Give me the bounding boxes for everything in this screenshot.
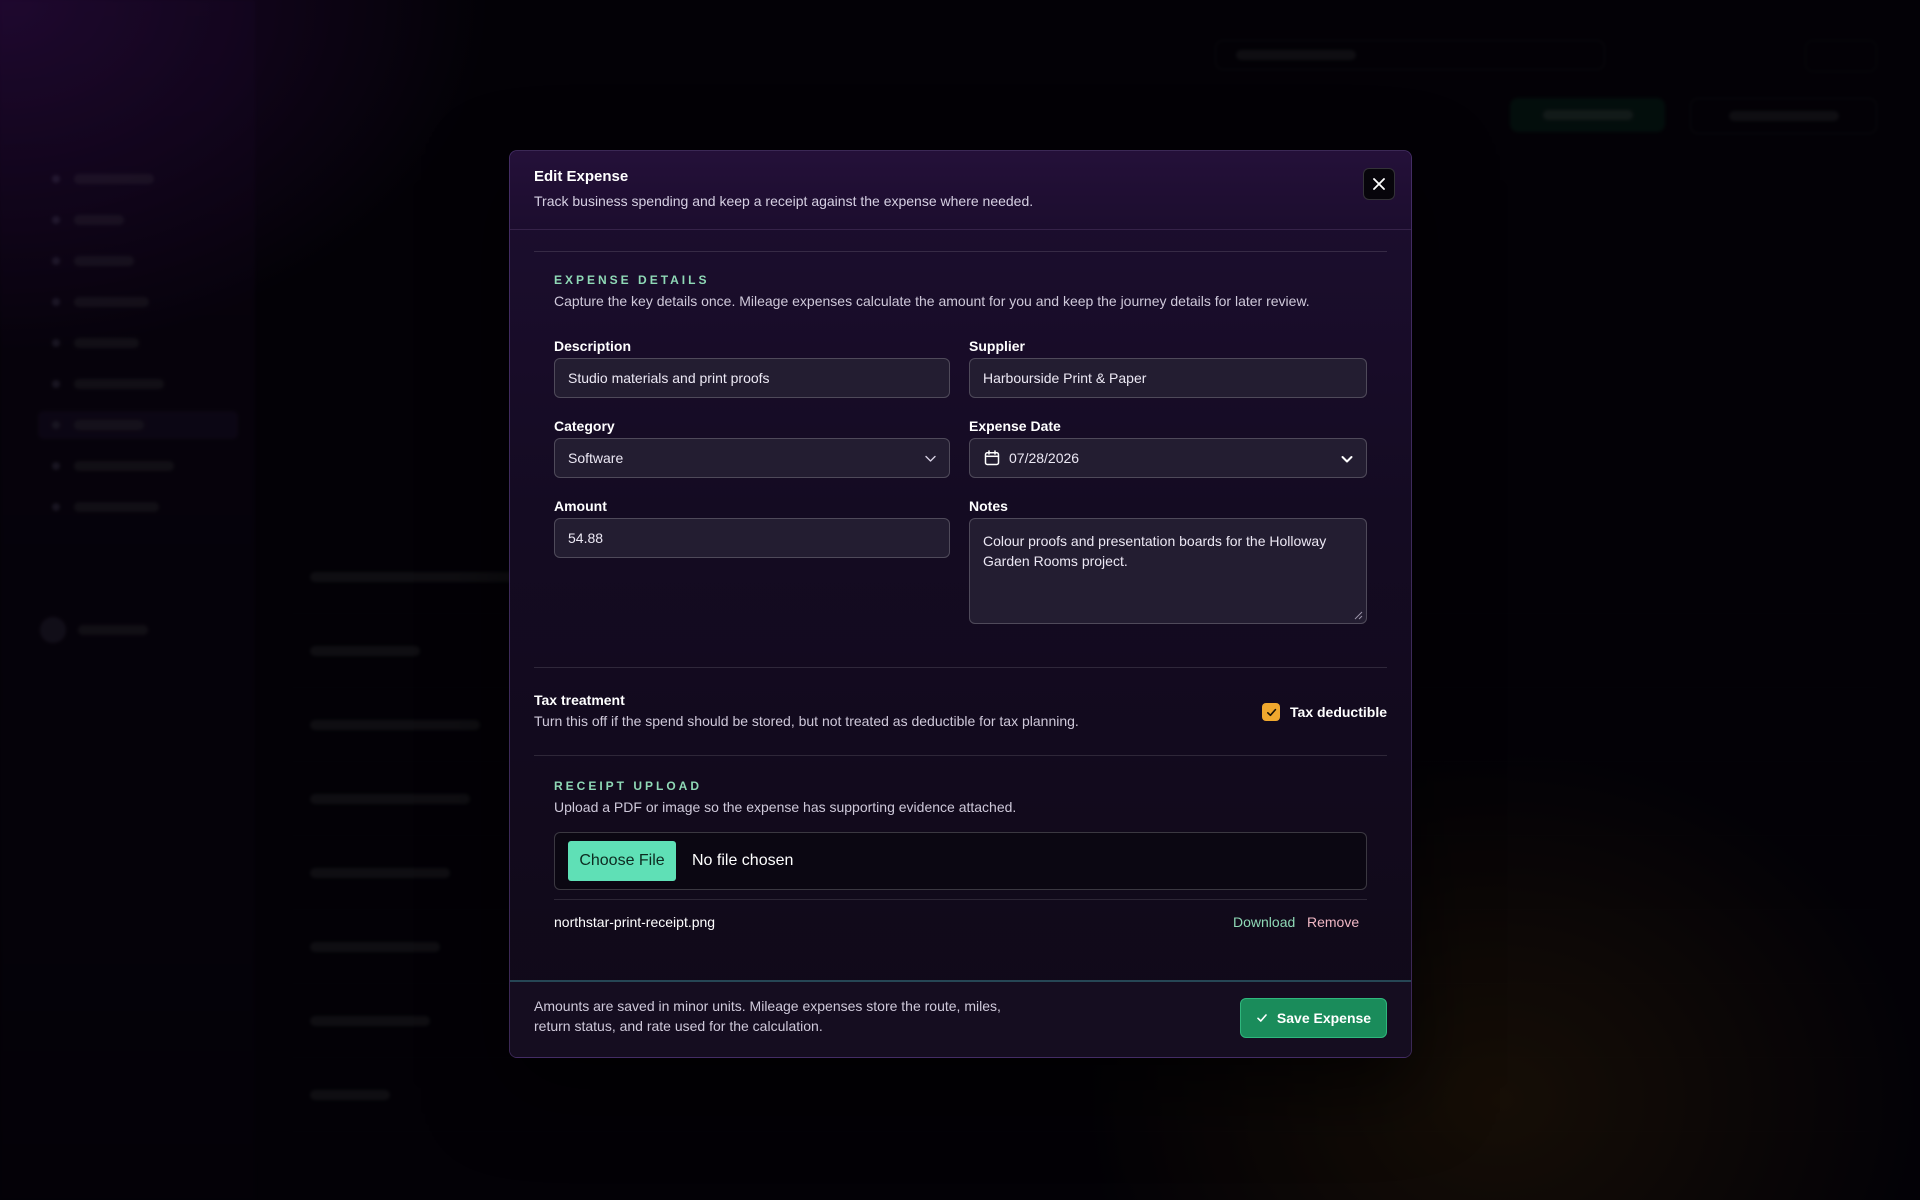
choose-file-button[interactable]: Choose File xyxy=(568,841,676,881)
checkmark-icon xyxy=(1266,708,1276,716)
description-label: Description xyxy=(554,338,632,354)
edit-expense-modal: Edit Expense Track business spending and… xyxy=(509,150,1412,1058)
attached-receipt-divider xyxy=(554,899,1367,900)
footer-note: Amounts are saved in minor units. Mileag… xyxy=(534,998,1001,1034)
expense-date-label: Expense Date xyxy=(969,418,1061,434)
modal-header: Edit Expense Track business spending and… xyxy=(510,151,1411,230)
checkmark-icon xyxy=(1257,1014,1267,1022)
amount-label: Amount xyxy=(554,498,607,514)
attached-receipt-filename: northstar-print-receipt.png xyxy=(554,914,716,930)
close-button[interactable] xyxy=(1363,168,1395,200)
modal-footer: Amounts are saved in minor units. Mileag… xyxy=(510,980,1411,1057)
expense-details-label: EXPENSE DETAILS xyxy=(554,273,710,287)
expense-date-value: 07/28/2026 xyxy=(1009,450,1080,466)
modal-subtitle: Track business spending and keep a recei… xyxy=(534,193,1034,209)
tax-deductible-toggle[interactable]: Tax deductible xyxy=(1262,703,1387,721)
details-divider xyxy=(534,251,1387,252)
modal-title: Edit Expense xyxy=(534,168,629,185)
category-label: Category xyxy=(554,418,615,434)
notes-value: Colour proofs and presentation boards fo… xyxy=(983,533,1327,569)
tax-treatment-title: Tax treatment xyxy=(534,692,625,708)
download-receipt-link[interactable]: Download xyxy=(1233,914,1295,930)
amount-input[interactable]: 54.88 xyxy=(554,518,950,558)
category-selected-value: Software xyxy=(568,450,624,466)
save-expense-label: Save Expense xyxy=(1276,1010,1372,1026)
tax-divider xyxy=(534,667,1387,668)
tax-treatment-description: Turn this off if the spend should be sto… xyxy=(534,713,1079,729)
chevron-down-icon[interactable] xyxy=(1340,452,1354,466)
save-expense-button[interactable]: Save Expense xyxy=(1240,998,1387,1038)
no-file-chosen-text: No file chosen xyxy=(692,852,794,869)
notes-textarea[interactable]: Colour proofs and presentation boards fo… xyxy=(969,518,1367,624)
tax-deductible-label: Tax deductible xyxy=(1290,704,1387,720)
expense-date-input[interactable]: 07/28/2026 xyxy=(969,438,1367,478)
tax-deductible-checkbox[interactable] xyxy=(1262,703,1281,721)
receipt-file-input[interactable]: Choose File No file chosen xyxy=(554,832,1367,890)
close-icon xyxy=(1373,178,1385,190)
calendar-icon xyxy=(984,450,1000,466)
chevron-down-icon xyxy=(925,455,936,462)
expense-details-description: Capture the key details once. Mileage ex… xyxy=(554,293,1310,309)
receipt-upload-description: Upload a PDF or image so the expense has… xyxy=(554,799,1017,815)
category-select[interactable]: Software xyxy=(554,438,950,478)
receipt-upload-label: RECEIPT UPLOAD xyxy=(554,779,703,793)
remove-receipt-link[interactable]: Remove xyxy=(1307,914,1359,930)
notes-label: Notes xyxy=(969,498,1008,514)
description-input[interactable]: Studio materials and print proofs xyxy=(554,358,950,398)
supplier-label: Supplier xyxy=(969,338,1026,354)
supplier-input[interactable]: Harbourside Print & Paper xyxy=(969,358,1367,398)
resize-grip-icon[interactable] xyxy=(1354,611,1363,620)
receipt-divider xyxy=(534,755,1387,756)
